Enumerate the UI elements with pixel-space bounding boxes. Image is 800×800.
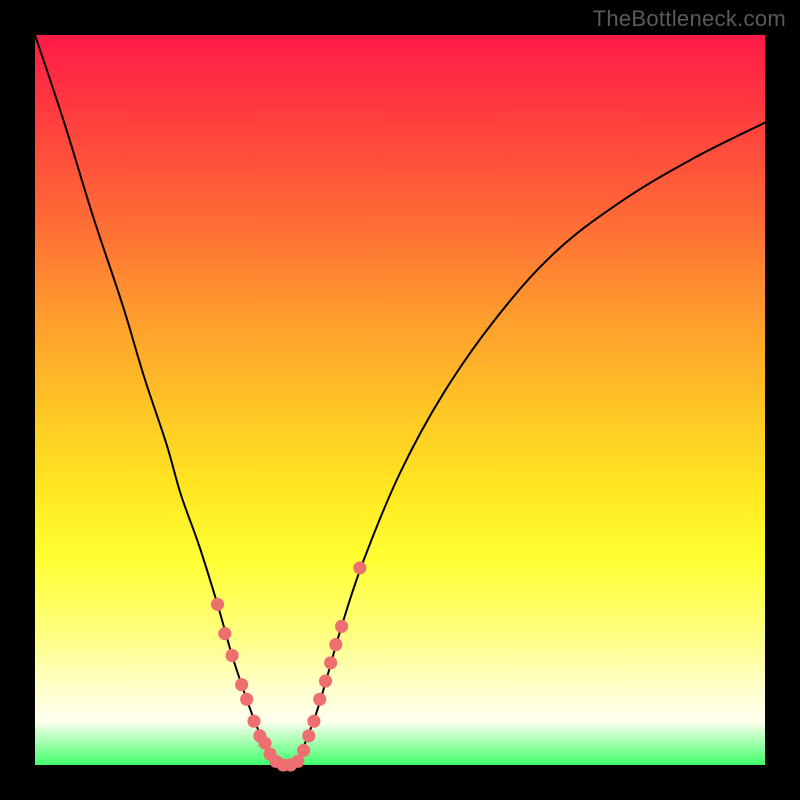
chart-frame: TheBottleneck.com [0, 0, 800, 800]
data-marker [307, 715, 320, 728]
data-marker [211, 598, 224, 611]
curve-svg [35, 35, 765, 765]
data-marker [319, 674, 332, 687]
data-marker [247, 715, 260, 728]
data-marker [353, 561, 366, 574]
data-marker [297, 744, 310, 757]
data-marker [302, 729, 315, 742]
data-marker [329, 638, 342, 651]
data-marker [324, 656, 337, 669]
data-marker [240, 693, 253, 706]
data-marker [313, 693, 326, 706]
plot-area [35, 35, 765, 765]
data-marker [218, 627, 231, 640]
data-marker [235, 678, 248, 691]
curve-group [35, 35, 765, 765]
marker-group [211, 561, 366, 771]
data-marker [335, 620, 348, 633]
watermark-text: TheBottleneck.com [593, 6, 786, 32]
data-marker [226, 649, 239, 662]
series-right-arm [298, 123, 765, 765]
series-left-arm [35, 35, 276, 765]
